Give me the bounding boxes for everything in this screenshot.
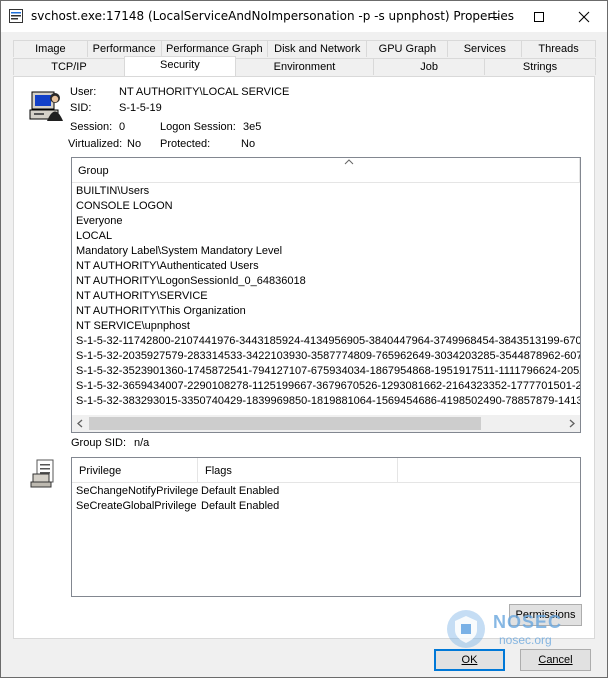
tab-job[interactable]: Job [373, 58, 486, 75]
properties-window: svchost.exe:17148 (LocalServiceAndNoImpe… [0, 0, 608, 678]
groups-list[interactable]: Group BUILTIN\Users CONSOLE LOGON Everyo… [71, 157, 581, 433]
app-icon [9, 9, 23, 23]
table-row[interactable]: SeChangeNotifyPrivilege [76, 484, 198, 499]
privilege-flags: Default Enabled [201, 500, 280, 512]
list-item[interactable]: BUILTIN\Users [76, 184, 149, 199]
nosec-logo-icon [447, 610, 485, 648]
privilege-column-header[interactable]: Privilege [79, 465, 121, 477]
user-label: User: [70, 86, 97, 98]
session-label: Session: [70, 121, 113, 133]
privilege-name: SeCreateGlobalPrivilege [76, 500, 197, 512]
tab-environment[interactable]: Environment [234, 58, 375, 75]
tab-services[interactable]: Services [447, 40, 523, 57]
tab-disk-and-network[interactable]: Disk and Network [267, 40, 368, 57]
close-icon [578, 11, 589, 22]
logon-session-label: Logon Session: [160, 121, 236, 133]
groups-horizontal-scrollbar[interactable] [72, 415, 580, 432]
list-item[interactable]: NT AUTHORITY\This Organization [76, 304, 246, 319]
minimize-button[interactable] [471, 1, 516, 32]
scroll-left-icon[interactable] [76, 419, 84, 428]
table-row[interactable]: SeCreateGlobalPrivilege [76, 499, 196, 514]
title-bar[interactable]: svchost.exe:17148 (LocalServiceAndNoImpe… [1, 1, 607, 32]
minimize-icon [488, 16, 499, 18]
list-item[interactable]: S-1-5-32-11742800-2107441976-3443185924-… [76, 334, 580, 349]
list-item[interactable]: S-1-5-32-383293015-3350740429-1839969850… [76, 394, 580, 409]
tab-image[interactable]: Image [13, 40, 88, 57]
list-item[interactable]: Mandatory Label\System Mandatory Level [76, 244, 282, 259]
maximize-button[interactable] [516, 1, 561, 32]
protected-value: No [241, 138, 256, 150]
list-item[interactable]: LOCAL [76, 229, 112, 244]
scroll-right-icon[interactable] [568, 419, 576, 428]
sid-value: S-1-5-19 [119, 102, 162, 114]
close-button[interactable] [561, 1, 606, 32]
tab-performance-graph[interactable]: Performance Graph [160, 40, 269, 57]
tab-row-1: Image Performance Performance Graph Disk… [13, 40, 596, 58]
virtualized-value: No [127, 138, 142, 150]
virtualized-label: Virtualized: [68, 138, 123, 150]
list-item[interactable]: CONSOLE LOGON [76, 199, 173, 214]
cancel-button[interactable]: Cancel [520, 649, 591, 671]
tab-gpu-graph[interactable]: GPU Graph [366, 40, 449, 57]
logon-session-value: 3e5 [243, 121, 262, 133]
sid-label: SID: [70, 102, 92, 114]
watermark-domain: nosec.org [499, 633, 552, 647]
session-value: 0 [119, 121, 126, 133]
group-sid-value: n/a [134, 437, 150, 449]
protected-label: Protected: [160, 138, 211, 150]
privileges-list[interactable]: Privilege Flags SeChangeNotifyPrivilege … [71, 457, 581, 597]
privilege-flags: Default Enabled [201, 485, 280, 497]
privileges-header: Privilege Flags [72, 458, 580, 483]
list-item[interactable]: NT AUTHORITY\LogonSessionId_0_64836018 [76, 274, 306, 289]
watermark-brand: NOSEC [493, 612, 563, 632]
list-item[interactable]: NT AUTHORITY\SERVICE [76, 289, 208, 304]
flags-column-header[interactable]: Flags [205, 465, 232, 477]
groups-scroll-thumb[interactable] [89, 417, 481, 430]
list-item[interactable]: Everyone [76, 214, 122, 229]
ok-label: OK [461, 654, 478, 666]
groups-header: Group [72, 158, 580, 183]
list-item[interactable]: S-1-5-32-3659434007-2290108278-112519966… [76, 379, 580, 394]
privilege-name: SeChangeNotifyPrivilege [76, 485, 199, 497]
user-computer-icon [29, 91, 63, 121]
tab-tcp-ip[interactable]: TCP/IP [13, 58, 125, 75]
ok-button[interactable]: OK [434, 649, 505, 671]
group-sid-label: Group SID: [71, 437, 127, 449]
privileges-icon [30, 459, 54, 488]
tab-row-2: TCP/IP Security Environment Job Strings [13, 56, 596, 76]
list-item[interactable]: S-1-5-32-3523901360-1745872541-794127107… [76, 364, 580, 379]
nosec-watermark: NOSEC nosec.org [446, 609, 561, 653]
security-panel: User: NT AUTHORITY\LOCAL SERVICE SID: S-… [13, 76, 595, 639]
tab-performance[interactable]: Performance [86, 40, 162, 57]
user-value: NT AUTHORITY\LOCAL SERVICE [119, 86, 290, 98]
cancel-label: Cancel [538, 654, 573, 666]
tab-threads[interactable]: Threads [521, 40, 596, 57]
maximize-icon [533, 11, 544, 22]
list-item[interactable]: NT AUTHORITY\Authenticated Users [76, 259, 259, 274]
tab-strings[interactable]: Strings [484, 58, 596, 75]
tab-security[interactable]: Security [123, 56, 236, 76]
list-item[interactable]: NT SERVICE\upnphost [76, 319, 190, 334]
window-title: svchost.exe:17148 (LocalServiceAndNoImpe… [31, 9, 515, 23]
list-item[interactable]: S-1-5-32-2035927579-283314533-3422103930… [76, 349, 580, 364]
